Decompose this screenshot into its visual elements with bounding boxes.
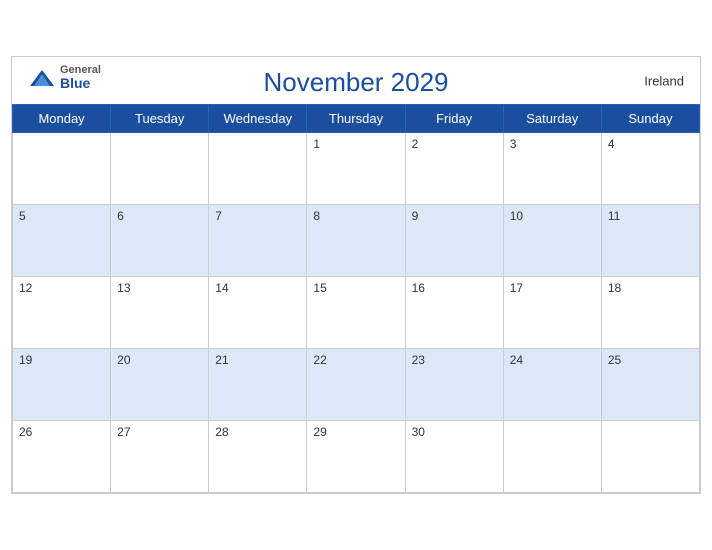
calendar-cell: 4 — [601, 133, 699, 205]
day-number: 26 — [19, 425, 32, 439]
day-number: 16 — [412, 281, 425, 295]
day-number: 24 — [510, 353, 523, 367]
calendar-cell: 23 — [405, 349, 503, 421]
day-number: 29 — [313, 425, 326, 439]
day-number: 9 — [412, 209, 419, 223]
calendar-cell: 17 — [503, 277, 601, 349]
calendar-cell: 30 — [405, 421, 503, 493]
day-number: 22 — [313, 353, 326, 367]
calendar: General Blue November 2029 Ireland Monda… — [11, 56, 701, 494]
day-number: 27 — [117, 425, 130, 439]
calendar-cell: 21 — [209, 349, 307, 421]
calendar-cell: 10 — [503, 205, 601, 277]
day-number: 3 — [510, 137, 517, 151]
col-wednesday: Wednesday — [209, 105, 307, 133]
calendar-body: 1234567891011121314151617181920212223242… — [13, 133, 700, 493]
day-number: 19 — [19, 353, 32, 367]
logo-area: General Blue — [28, 65, 101, 90]
calendar-cell: 15 — [307, 277, 405, 349]
calendar-cell: 29 — [307, 421, 405, 493]
col-tuesday: Tuesday — [111, 105, 209, 133]
calendar-cell: 9 — [405, 205, 503, 277]
calendar-cell: 12 — [13, 277, 111, 349]
day-number: 2 — [412, 137, 419, 151]
day-number: 7 — [215, 209, 222, 223]
day-number: 18 — [608, 281, 621, 295]
calendar-cell: 11 — [601, 205, 699, 277]
calendar-cell: 13 — [111, 277, 209, 349]
day-number: 15 — [313, 281, 326, 295]
calendar-cell: 26 — [13, 421, 111, 493]
calendar-cell: 25 — [601, 349, 699, 421]
calendar-cell: 27 — [111, 421, 209, 493]
weekday-header-row: Monday Tuesday Wednesday Thursday Friday… — [13, 105, 700, 133]
day-number: 10 — [510, 209, 523, 223]
table-row: 1 2 3 4 — [13, 133, 700, 205]
calendar-title: November 2029 — [264, 67, 449, 98]
day-number: 6 — [117, 209, 124, 223]
day-number: 20 — [117, 353, 130, 367]
col-saturday: Saturday — [503, 105, 601, 133]
day-number: 25 — [608, 353, 621, 367]
day-number: 8 — [313, 209, 320, 223]
calendar-cell: 2 — [405, 133, 503, 205]
calendar-cell: 24 — [503, 349, 601, 421]
day-number: 30 — [412, 425, 425, 439]
calendar-cell: 3 — [503, 133, 601, 205]
calendar-cell — [111, 133, 209, 205]
day-number: 1 — [313, 137, 320, 151]
day-number: 23 — [412, 353, 425, 367]
day-number: 17 — [510, 281, 523, 295]
calendar-cell — [13, 133, 111, 205]
calendar-cell: 28 — [209, 421, 307, 493]
calendar-cell: 5 — [13, 205, 111, 277]
calendar-cell — [209, 133, 307, 205]
logo-blue-text: Blue — [60, 76, 101, 90]
country-label: Ireland — [644, 73, 684, 88]
calendar-cell — [503, 421, 601, 493]
table-row: 5 6 7 8 9 10 11 — [13, 205, 700, 277]
day-number: 4 — [608, 137, 615, 151]
col-friday: Friday — [405, 105, 503, 133]
calendar-cell: 7 — [209, 205, 307, 277]
logo-icon — [28, 68, 56, 88]
day-number: 12 — [19, 281, 32, 295]
day-number: 21 — [215, 353, 228, 367]
calendar-cell: 8 — [307, 205, 405, 277]
calendar-cell — [601, 421, 699, 493]
calendar-cell: 1 — [307, 133, 405, 205]
table-row: 12 13 14 15 16 17 18 — [13, 277, 700, 349]
calendar-cell: 22 — [307, 349, 405, 421]
calendar-cell: 6 — [111, 205, 209, 277]
table-row: 26 27 28 29 30 — [13, 421, 700, 493]
calendar-cell: 14 — [209, 277, 307, 349]
day-number: 13 — [117, 281, 130, 295]
col-sunday: Sunday — [601, 105, 699, 133]
day-number: 5 — [19, 209, 26, 223]
day-number: 28 — [215, 425, 228, 439]
calendar-cell: 18 — [601, 277, 699, 349]
day-number: 11 — [608, 209, 620, 223]
calendar-cell: 16 — [405, 277, 503, 349]
calendar-table: Monday Tuesday Wednesday Thursday Friday… — [12, 104, 700, 493]
table-row: 19 20 21 22 23 24 25 — [13, 349, 700, 421]
day-number: 14 — [215, 281, 228, 295]
col-thursday: Thursday — [307, 105, 405, 133]
calendar-header: General Blue November 2029 Ireland — [12, 57, 700, 104]
calendar-cell: 19 — [13, 349, 111, 421]
calendar-cell: 20 — [111, 349, 209, 421]
col-monday: Monday — [13, 105, 111, 133]
